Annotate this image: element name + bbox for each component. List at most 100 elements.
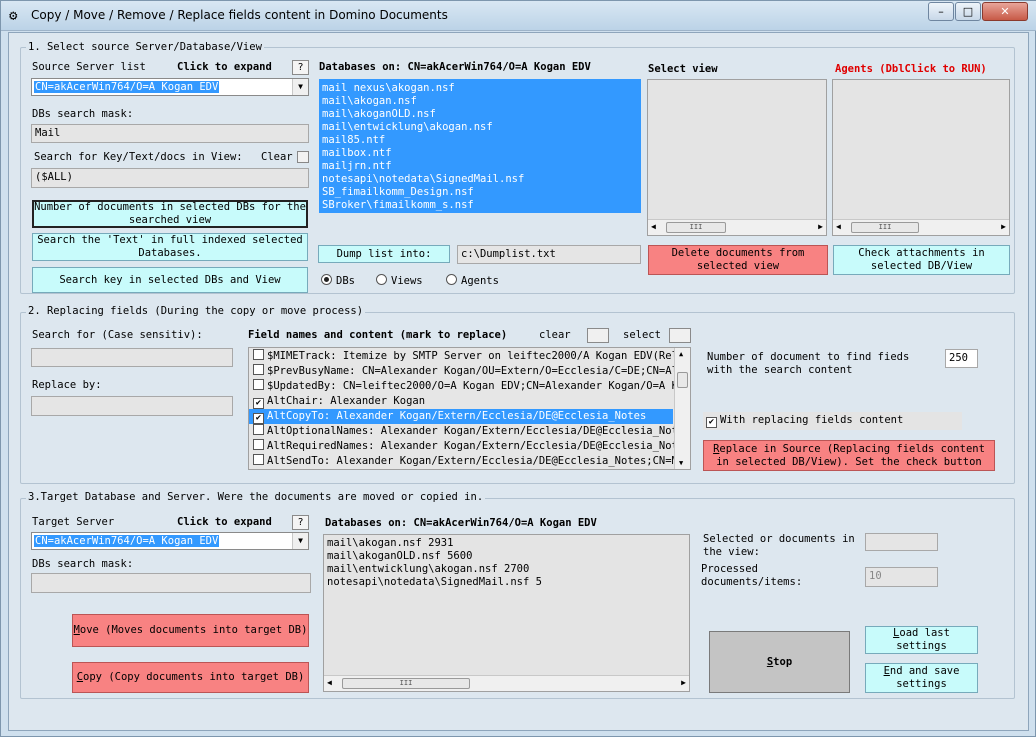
radio-views[interactable]: Views (376, 274, 423, 287)
checkbox-icon[interactable] (253, 439, 264, 450)
fields-list[interactable]: $MIMETrack: Itemize by SMTP Server on le… (248, 347, 691, 470)
checkbox-checked-icon[interactable]: ✔ (253, 413, 264, 424)
replace-source-button[interactable]: Replace in Source (Replacing fields cont… (703, 440, 995, 471)
select-fields-label: select (623, 329, 661, 341)
target-databases-list[interactable]: mail\akogan.nsf 2931 mail\akoganOLD.nsf 5… (323, 534, 690, 692)
dbs-mask-input[interactable]: Mail (31, 124, 309, 143)
search-key-input[interactable]: ($ALL) (31, 168, 309, 188)
number-docs-button[interactable]: Number of documents in selected DBs for … (32, 200, 308, 228)
database-item[interactable]: mail\akogan.nsf (320, 95, 640, 108)
target-dbs-mask-label: DBs search mask: (32, 558, 134, 570)
field-row[interactable]: $PrevBusyName: CN=Alexander Kogan/OU=Ext… (249, 364, 690, 379)
radio-dbs[interactable]: DBs (321, 274, 355, 287)
radio-agents-label: Agents (461, 275, 499, 287)
checkbox-checked-icon[interactable]: ✔ (253, 398, 264, 409)
end-save-button[interactable]: End and save settings (865, 663, 978, 693)
database-item[interactable]: mailbox.ntf (320, 147, 640, 160)
close-button[interactable]: ✕ (982, 2, 1028, 21)
processed-field: 10 (865, 567, 938, 587)
source-server-value: CN=akAcerWin764/O=A Kogan EDV (34, 81, 220, 93)
database-item[interactable]: mail\entwicklung\akogan.nsf (320, 121, 640, 134)
field-names-label: Field names and content (mark to replace… (248, 329, 508, 341)
maximize-button[interactable]: □ (955, 2, 981, 21)
field-row[interactable]: AltRequiredNames: Alexander Kogan/Extern… (249, 439, 690, 454)
move-button[interactable]: Move (Moves documents into target DB) (72, 614, 309, 647)
check-attachments-button[interactable]: Check attachments in selected DB/View (833, 245, 1010, 275)
select-fields-button[interactable] (669, 328, 691, 343)
search-text-button[interactable]: Search the 'Text' in full indexed select… (32, 233, 308, 261)
field-row-text: AltRequiredNames: Alexander Kogan/Extern… (267, 440, 691, 452)
select-view-label: Select view (648, 63, 718, 75)
field-row-text: $PrevBusyName: CN=Alexander Kogan/OU=Ext… (267, 365, 691, 377)
copy-button[interactable]: Copy (Copy documents into target DB) (72, 662, 309, 693)
database-item[interactable]: mail\akoganOLD.nsf (320, 108, 640, 121)
num-docs-input[interactable]: 250 (945, 349, 978, 368)
target-database-item[interactable]: notesapi\notedata\SignedMail.nsf 5 (327, 576, 689, 589)
target-hscroll[interactable]: ◀ III ▶ (324, 675, 689, 691)
database-item[interactable]: SB_fimailkomm_Design.nsf (320, 186, 640, 199)
field-row[interactable]: $UpdatedBy: CN=leiftec2000/O=A Kogan EDV… (249, 379, 690, 394)
clear-fields-label: clear (539, 329, 571, 341)
clear-fields-button[interactable] (587, 328, 609, 343)
with-replacing-label: With replacing fields content (720, 414, 904, 426)
radio-views-label: Views (391, 275, 423, 287)
checkbox-icon[interactable] (253, 364, 264, 375)
agents-label: Agents (DblClick to RUN) (835, 63, 987, 75)
clear-checkbox[interactable] (297, 151, 309, 163)
minimize-button[interactable]: – (928, 2, 954, 21)
target-server-value: CN=akAcerWin764/O=A Kogan EDV (34, 535, 220, 547)
agents-hscroll[interactable]: ◀ III ▶ (833, 219, 1009, 235)
agents-list[interactable]: ◀ III ▶ (832, 79, 1010, 236)
fields-vscroll[interactable]: ▲ ▼ (674, 348, 690, 469)
chevron-down-icon[interactable]: ▼ (292, 79, 308, 95)
target-databases-on-label: Databases on: CN=akAcerWin764/O=A Kogan … (325, 517, 597, 529)
source-group-title: 1. Select source Server/Database/View (26, 41, 264, 53)
database-item[interactable]: mail85.ntf (320, 134, 640, 147)
num-docs-label: Number of document to find fieds with th… (707, 351, 910, 376)
search-for-input[interactable] (31, 348, 233, 367)
target-server-select[interactable]: CN=akAcerWin764/O=A Kogan EDV ▼ (31, 532, 309, 550)
field-row[interactable]: AltOptionalNames: Alexander Kogan/Extern… (249, 424, 690, 439)
click-to-expand-label: Click to expand (177, 61, 272, 73)
target-database-item[interactable]: mail\akoganOLD.nsf 5600 (327, 550, 689, 563)
replace-by-input[interactable] (31, 396, 233, 416)
stop-button[interactable]: Stop (709, 631, 850, 693)
database-item[interactable]: SBroker\fimailkomm_s.nsf (320, 199, 640, 212)
target-database-item[interactable]: mail\entwicklung\akogan.nsf 2700 (327, 563, 689, 576)
databases-list[interactable]: mail nexus\akogan.nsf mail\akogan.nsf mail… (319, 79, 641, 213)
dump-list-button[interactable]: Dump list into: (318, 245, 450, 263)
with-replacing-checkbox[interactable]: ✔ (706, 417, 717, 428)
load-settings-button[interactable]: Load last settings (865, 626, 978, 654)
with-replacing-row[interactable]: ✔ With replacing fields content (703, 412, 962, 430)
database-item[interactable]: notesapi\notedata\SignedMail.nsf (320, 173, 640, 186)
checkbox-icon[interactable] (253, 454, 264, 465)
processed-label: Processed documents/items: (701, 563, 803, 588)
field-row[interactable]: $MIMETrack: Itemize by SMTP Server on le… (249, 349, 690, 364)
radio-dbs-icon[interactable] (321, 274, 332, 285)
search-key-button[interactable]: Search key in selected DBs and View (32, 267, 308, 293)
database-item[interactable]: mailjrn.ntf (320, 160, 640, 173)
field-row[interactable]: ✔ AltCopyTo: Alexander Kogan/Extern/Eccle… (249, 409, 673, 424)
target-database-item[interactable]: mail\akogan.nsf 2931 (327, 537, 689, 550)
main-window: ⚙ Copy / Move / Remove / Replace fields … (0, 0, 1036, 737)
dump-list-input[interactable]: c:\Dumplist.txt (457, 245, 641, 264)
radio-views-icon[interactable] (376, 274, 387, 285)
target-chevron-down-icon[interactable]: ▼ (292, 533, 308, 549)
field-row-text: AltCopyTo: Alexander Kogan/Extern/Eccles… (267, 410, 647, 422)
delete-docs-button[interactable]: Delete documents from selected view (648, 245, 828, 275)
select-view-list[interactable]: ◀ III ▶ (647, 79, 827, 236)
checkbox-icon[interactable] (253, 379, 264, 390)
help-button[interactable]: ? (292, 60, 309, 75)
field-row[interactable]: ✔ AltChair: Alexander Kogan (249, 394, 673, 409)
target-dbs-mask-input[interactable] (31, 573, 311, 593)
checkbox-icon[interactable] (253, 349, 264, 360)
target-help-button[interactable]: ? (292, 515, 309, 530)
field-row[interactable]: AltSendTo: Alexander Kogan/Extern/Eccles… (249, 454, 690, 469)
database-item[interactable]: mail nexus\akogan.nsf (320, 82, 640, 95)
view-hscroll[interactable]: ◀ III ▶ (648, 219, 826, 235)
checkbox-icon[interactable] (253, 424, 264, 435)
radio-agents[interactable]: Agents (446, 274, 499, 287)
radio-agents-icon[interactable] (446, 274, 457, 285)
selected-docs-field (865, 533, 938, 551)
source-server-select[interactable]: CN=akAcerWin764/O=A Kogan EDV ▼ (31, 78, 309, 96)
